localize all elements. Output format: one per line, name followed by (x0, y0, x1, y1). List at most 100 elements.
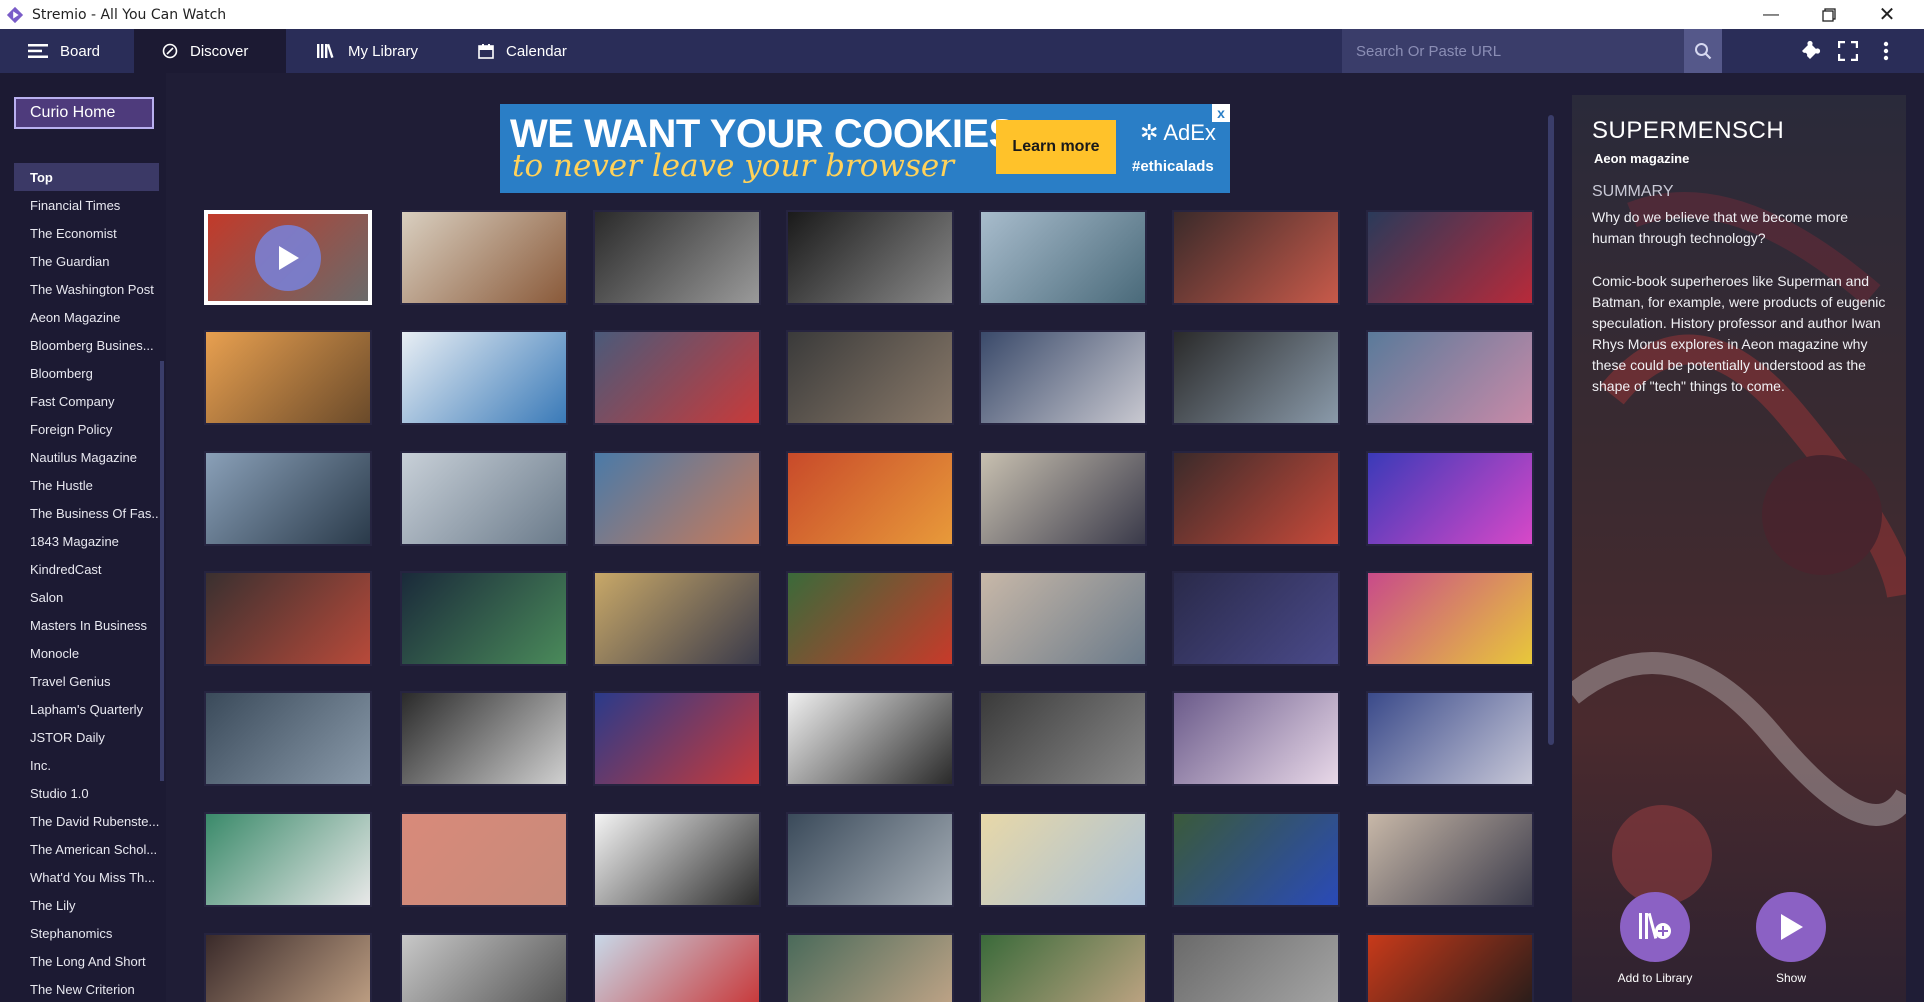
play-overlay-icon[interactable] (255, 224, 321, 291)
sidebar-item[interactable]: The Economist (14, 219, 159, 247)
poster-tile[interactable] (1366, 571, 1534, 666)
poster-tile[interactable] (979, 451, 1147, 546)
tab-board[interactable]: Board (0, 29, 134, 73)
poster-tile[interactable] (786, 812, 954, 907)
poster-tile[interactable] (593, 210, 761, 305)
poster-tile[interactable] (1172, 451, 1340, 546)
sidebar-item[interactable]: The David Rubenste... (14, 807, 159, 835)
poster-tile[interactable] (400, 691, 568, 786)
poster-tile[interactable] (979, 210, 1147, 305)
sidebar-item[interactable]: Foreign Policy (14, 415, 159, 443)
sidebar-item[interactable]: Studio 1.0 (14, 779, 159, 807)
minimize-icon[interactable]: — (1742, 0, 1800, 29)
poster-tile[interactable] (400, 330, 568, 425)
sidebar-item[interactable]: Salon (14, 583, 159, 611)
poster-tile[interactable] (786, 933, 954, 1002)
sidebar-item[interactable]: Fast Company (14, 387, 159, 415)
sidebar-item[interactable]: The Lily (14, 891, 159, 919)
tab-discover[interactable]: Discover (134, 29, 286, 73)
sidebar-item[interactable]: The New Criterion (14, 975, 159, 1002)
poster-tile[interactable] (1366, 933, 1534, 1002)
sidebar-item[interactable]: The Long And Short (14, 947, 159, 975)
poster-tile[interactable] (786, 571, 954, 666)
sidebar-item[interactable]: Aeon Magazine (14, 303, 159, 331)
poster-tile[interactable] (593, 451, 761, 546)
poster-tile[interactable] (786, 451, 954, 546)
poster-tile[interactable] (1172, 210, 1340, 305)
ad-learn-more-button[interactable]: Learn more (996, 120, 1116, 174)
sidebar-item[interactable]: Bloomberg Busines... (14, 331, 159, 359)
catalog-select-button[interactable]: Curio Home (14, 97, 154, 129)
poster-tile[interactable] (593, 933, 761, 1002)
poster-tile[interactable] (1366, 210, 1534, 305)
sidebar-item[interactable]: Inc. (14, 751, 159, 779)
poster-tile[interactable] (400, 933, 568, 1002)
poster-tile[interactable] (786, 210, 954, 305)
fullscreen-icon[interactable] (1828, 29, 1868, 73)
poster-tile[interactable] (204, 933, 372, 1002)
sidebar-item[interactable]: Top (14, 163, 159, 191)
poster-tile[interactable] (1366, 812, 1534, 907)
grid-scrollbar[interactable] (1548, 115, 1554, 745)
restore-icon[interactable] (1800, 0, 1858, 29)
poster-tile[interactable] (400, 210, 568, 305)
sidebar-item[interactable]: Monocle (14, 639, 159, 667)
poster-tile[interactable] (979, 330, 1147, 425)
sidebar-item[interactable]: What'd You Miss Th... (14, 863, 159, 891)
sidebar-item[interactable]: The Washington Post (14, 275, 159, 303)
sidebar-item[interactable]: The American Schol... (14, 835, 159, 863)
poster-tile[interactable] (786, 691, 954, 786)
add-to-library-button[interactable] (1620, 892, 1690, 962)
poster-tile[interactable] (204, 571, 372, 666)
poster-tile[interactable] (1366, 691, 1534, 786)
sidebar-item[interactable]: Lapham's Quarterly (14, 695, 159, 723)
poster-tile[interactable] (204, 812, 372, 907)
poster-tile[interactable] (400, 812, 568, 907)
sidebar-item[interactable]: 1843 Magazine (14, 527, 159, 555)
poster-tile[interactable] (979, 571, 1147, 666)
poster-tile[interactable] (593, 330, 761, 425)
poster-tile[interactable] (1172, 330, 1340, 425)
poster-tile[interactable] (593, 812, 761, 907)
poster-tile[interactable] (979, 812, 1147, 907)
sidebar-item[interactable]: Stephanomics (14, 919, 159, 947)
search-input[interactable] (1342, 42, 1684, 60)
poster-tile[interactable] (400, 451, 568, 546)
poster-tile[interactable] (1172, 933, 1340, 1002)
poster-tile[interactable] (1366, 451, 1534, 546)
search-button[interactable] (1684, 29, 1722, 73)
sidebar-item[interactable]: The Business Of Fas... (14, 499, 159, 527)
poster-tile[interactable] (1172, 812, 1340, 907)
sidebar-item[interactable]: KindredCast (14, 555, 159, 583)
poster-tile[interactable] (400, 571, 568, 666)
close-window-icon[interactable]: ✕ (1858, 0, 1916, 29)
poster-tile[interactable] (204, 330, 372, 425)
sidebar-item[interactable]: Financial Times (14, 191, 159, 219)
tab-my-library[interactable]: My Library (286, 29, 454, 73)
sidebar-item[interactable]: The Hustle (14, 471, 159, 499)
poster-tile[interactable] (979, 933, 1147, 1002)
poster-tile[interactable] (204, 451, 372, 546)
poster-tile[interactable] (204, 210, 372, 305)
addons-puzzle-icon[interactable] (1790, 29, 1830, 73)
poster-tile[interactable] (593, 571, 761, 666)
sidebar-item[interactable]: Masters In Business (14, 611, 159, 639)
sidebar-item[interactable]: The Guardian (14, 247, 159, 275)
sidebar-item[interactable]: JSTOR Daily (14, 723, 159, 751)
ad-close-icon[interactable]: x (1212, 104, 1230, 122)
sidebar-scrollbar[interactable] (160, 361, 164, 781)
more-menu-icon[interactable] (1866, 29, 1906, 73)
poster-tile[interactable] (979, 691, 1147, 786)
poster-tile[interactable] (204, 691, 372, 786)
poster-tile[interactable] (1366, 330, 1534, 425)
sidebar-item[interactable]: Travel Genius (14, 667, 159, 695)
poster-tile[interactable] (1172, 691, 1340, 786)
poster-tile[interactable] (786, 330, 954, 425)
poster-tile[interactable] (593, 691, 761, 786)
tab-calendar[interactable]: Calendar (454, 29, 604, 73)
show-button[interactable] (1756, 892, 1826, 962)
poster-tile[interactable] (1172, 571, 1340, 666)
ad-banner[interactable]: WE WANT YOUR COOKIES to never leave your… (500, 104, 1230, 193)
sidebar-item[interactable]: Bloomberg (14, 359, 159, 387)
sidebar-item[interactable]: Nautilus Magazine (14, 443, 159, 471)
